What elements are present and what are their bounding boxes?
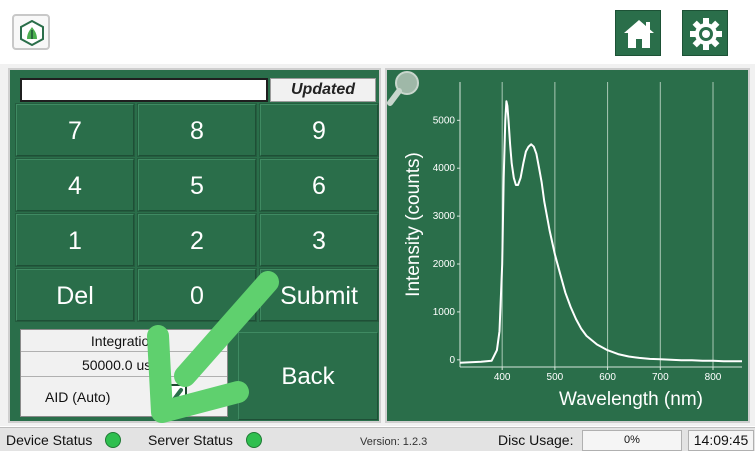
version-label: Version: 1.2.3 — [360, 436, 428, 448]
x-tick-label-400: 400 — [494, 372, 511, 383]
updated-label: Updated — [270, 78, 376, 102]
integration-box: Integration 50000.0 usec AID (Auto) — [20, 329, 228, 417]
top-bar — [0, 0, 755, 62]
key-9[interactable]: 9 — [260, 104, 378, 156]
key-1[interactable]: 1 — [16, 214, 134, 266]
back-button[interactable]: Back — [238, 332, 378, 420]
zoom-magnifier-icon[interactable] — [387, 70, 421, 106]
key-0[interactable]: 0 — [138, 269, 256, 321]
x-axis-label: Wavelength (nm) — [559, 389, 703, 410]
chart-canvas: 400 500 600 700 800 0 1000 2000 3000 4000 5000 Wave… — [403, 82, 742, 410]
server-status-indicator — [246, 432, 262, 448]
submit-button[interactable]: Submit — [260, 269, 378, 321]
device-status-indicator — [105, 432, 121, 448]
key-5[interactable]: 5 — [138, 159, 256, 211]
aid-auto-checkbox[interactable] — [157, 384, 187, 414]
gear-icon — [690, 18, 722, 50]
main-area: Updated 7 8 9 4 5 6 1 2 3 Del 0 Submit I… — [0, 64, 755, 426]
x-tick-label-700: 700 — [652, 372, 669, 383]
server-status-label: Server Status — [148, 432, 233, 448]
key-6[interactable]: 6 — [260, 159, 378, 211]
home-button[interactable] — [615, 10, 661, 56]
y-axis-label: Intensity (counts) — [403, 152, 424, 297]
key-7[interactable]: 7 — [16, 104, 134, 156]
status-bar: Device Status Server Status Version: 1.2… — [0, 427, 755, 451]
home-icon — [624, 20, 654, 48]
integration-value[interactable]: 50000.0 usec — [21, 353, 227, 377]
checkmark-icon — [161, 388, 183, 408]
disc-usage-value: 0% — [582, 430, 682, 451]
y-tick-label-0: 0 — [449, 355, 455, 366]
key-2[interactable]: 2 — [138, 214, 256, 266]
key-8[interactable]: 8 — [138, 104, 256, 156]
app-logo-icon — [12, 14, 50, 50]
y-tick-label-5000: 5000 — [433, 115, 456, 126]
delete-button[interactable]: Del — [16, 269, 134, 321]
keypad-panel: Updated 7 8 9 4 5 6 1 2 3 Del 0 Submit I… — [8, 68, 381, 423]
spectrum-chart: 400 500 600 700 800 0 1000 2000 3000 4000 5000 Wave… — [385, 68, 750, 423]
x-tick-label-800: 800 — [705, 372, 722, 383]
x-tick-label-500: 500 — [547, 372, 564, 383]
x-tick-label-600: 600 — [599, 372, 616, 383]
disc-usage-label: Disc Usage: — [498, 432, 574, 448]
value-entry-field[interactable] — [20, 78, 268, 102]
key-4[interactable]: 4 — [16, 159, 134, 211]
settings-button[interactable] — [682, 10, 728, 56]
integration-title: Integration — [21, 330, 227, 352]
aid-label: AID (Auto) — [45, 389, 111, 405]
device-status-label: Device Status — [6, 432, 93, 448]
y-tick-label-1000: 1000 — [433, 307, 456, 318]
y-tick-label-2000: 2000 — [433, 259, 456, 270]
key-3[interactable]: 3 — [260, 214, 378, 266]
y-tick-label-3000: 3000 — [433, 211, 456, 222]
clock-time: 14:09:45 — [688, 430, 754, 451]
y-tick-label-4000: 4000 — [433, 163, 456, 174]
